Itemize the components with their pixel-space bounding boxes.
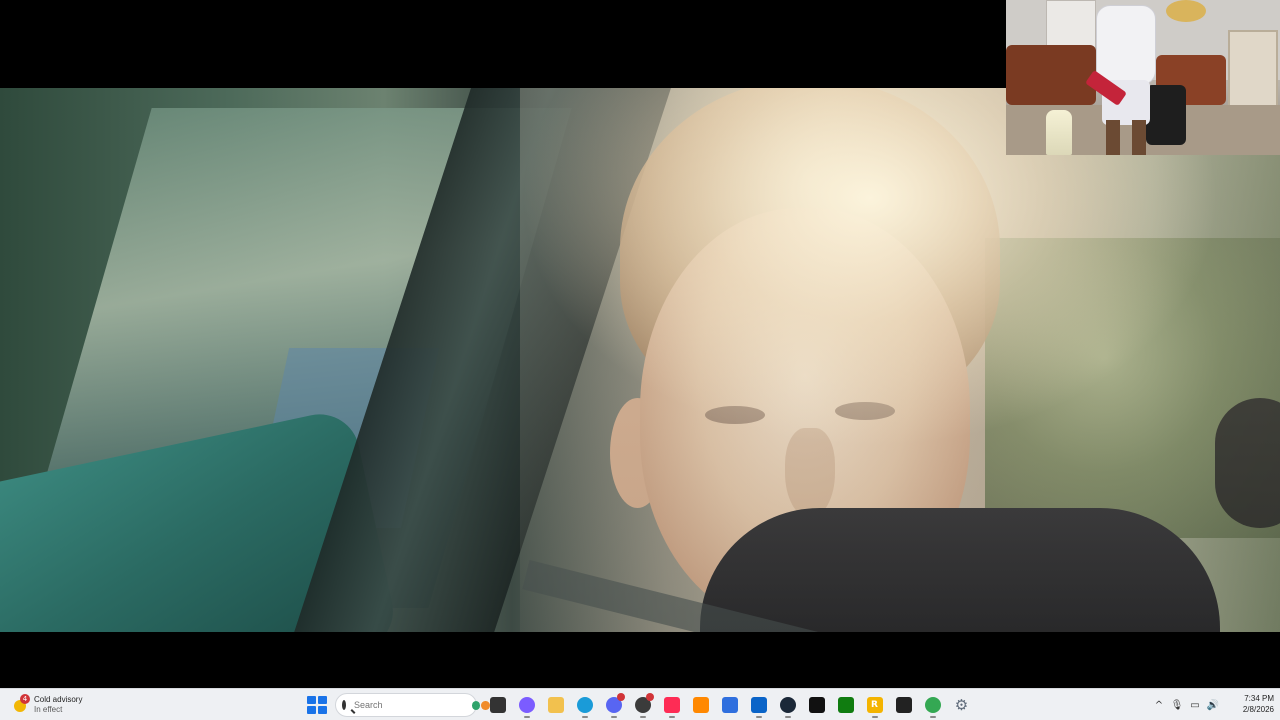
streamlabs-icon [895, 697, 912, 713]
steam-icon [779, 697, 796, 713]
webcam-person-shirt [1096, 5, 1156, 85]
running-indicator [784, 716, 791, 718]
network-icon[interactable]: ▭ [1186, 696, 1204, 714]
notification-badge [616, 693, 625, 701]
taskbar-clock[interactable]: 7:34 PM 2/8/2026 [1228, 693, 1274, 715]
system-tray: ^ 🎙 ▭ 🔊 [1150, 693, 1222, 717]
clock-time: 7:34 PM [1244, 694, 1274, 703]
outlook-icon [750, 697, 767, 713]
taskbar-app[interactable] [514, 692, 540, 718]
vlc-icon [692, 697, 709, 713]
webcam-couch [1006, 45, 1096, 105]
tiktok-live-icon [663, 697, 680, 713]
taskbar-app[interactable] [804, 692, 830, 718]
chrome-icon [924, 697, 941, 713]
media-stage [0, 0, 1280, 688]
running-indicator [755, 716, 762, 718]
taskbar-app[interactable] [601, 692, 627, 718]
weather-widget[interactable]: 4 Cold advisory In effect [12, 693, 132, 717]
taskbar-app[interactable] [833, 692, 859, 718]
weather-status: In effect [34, 705, 63, 714]
webcam-bottle [1046, 110, 1072, 155]
windows-logo-tile [307, 706, 316, 714]
running-indicator [610, 716, 617, 718]
taskbar-app[interactable] [630, 692, 656, 718]
taskbar-app[interactable] [775, 692, 801, 718]
microphone-icon[interactable]: 🎙 [1168, 696, 1186, 714]
weather-alert-badge: 4 [20, 694, 30, 704]
taskbar-app[interactable] [746, 692, 772, 718]
search-input[interactable] [354, 700, 471, 710]
taskbar-app[interactable] [717, 692, 743, 718]
taskbar-app[interactable] [485, 692, 511, 718]
windows-logo-tile [318, 706, 327, 714]
running-indicator [871, 716, 878, 718]
start-button[interactable] [305, 694, 327, 716]
weather-title: Cold advisory [34, 695, 83, 704]
taskbar: 4 Cold advisory In effect R⚙ ^ 🎙 ▭ 🔊 7:3… [0, 688, 1280, 720]
taskbar-app[interactable] [659, 692, 685, 718]
tray-overflow-chevron-icon[interactable]: ^ [1150, 696, 1168, 714]
running-indicator [581, 716, 588, 718]
webcam-person-leg [1106, 120, 1120, 155]
store-icon [721, 697, 738, 713]
windows-logo-tile [318, 696, 327, 704]
clock-date: 2/8/2026 [1242, 705, 1274, 714]
running-indicator [668, 716, 675, 718]
running-indicator [523, 716, 530, 718]
search-icon [342, 700, 346, 710]
notification-badge [645, 693, 654, 701]
taskbar-app[interactable] [543, 692, 569, 718]
taskbar-app[interactable] [572, 692, 598, 718]
windows-logo-tile [307, 696, 316, 704]
settings-icon: ⚙ [954, 696, 969, 714]
webcam-balloon [1166, 0, 1206, 22]
xbox-icon [837, 697, 854, 713]
edge-icon [576, 697, 593, 713]
folder-icon [547, 697, 564, 713]
taskbar-app[interactable] [891, 692, 917, 718]
taskbar-app[interactable] [920, 692, 946, 718]
weather-text: Cold advisory In effect [34, 695, 82, 715]
taskbar-app[interactable] [688, 692, 714, 718]
taskbar-center: R⚙ [305, 692, 976, 718]
taskbar-app[interactable]: ⚙ [949, 692, 975, 718]
volume-icon[interactable]: 🔊 [1204, 696, 1222, 714]
webcam-person-leg [1132, 120, 1146, 155]
running-indicator [929, 716, 936, 718]
file-explorer-icon [489, 697, 506, 713]
taskbar-app[interactable]: R [862, 692, 888, 718]
weather-alert-icon: 4 [12, 694, 30, 714]
copilot-icon [518, 697, 535, 713]
tiktok-icon [808, 697, 825, 713]
running-indicator [639, 716, 646, 718]
pinned-apps: R ⚙ [483, 692, 976, 718]
taskbar-search[interactable] [335, 693, 499, 717]
rockstar-icon: R [866, 697, 883, 713]
webcam-overlay [1006, 0, 1280, 155]
video-frame[interactable] [0, 88, 1280, 632]
